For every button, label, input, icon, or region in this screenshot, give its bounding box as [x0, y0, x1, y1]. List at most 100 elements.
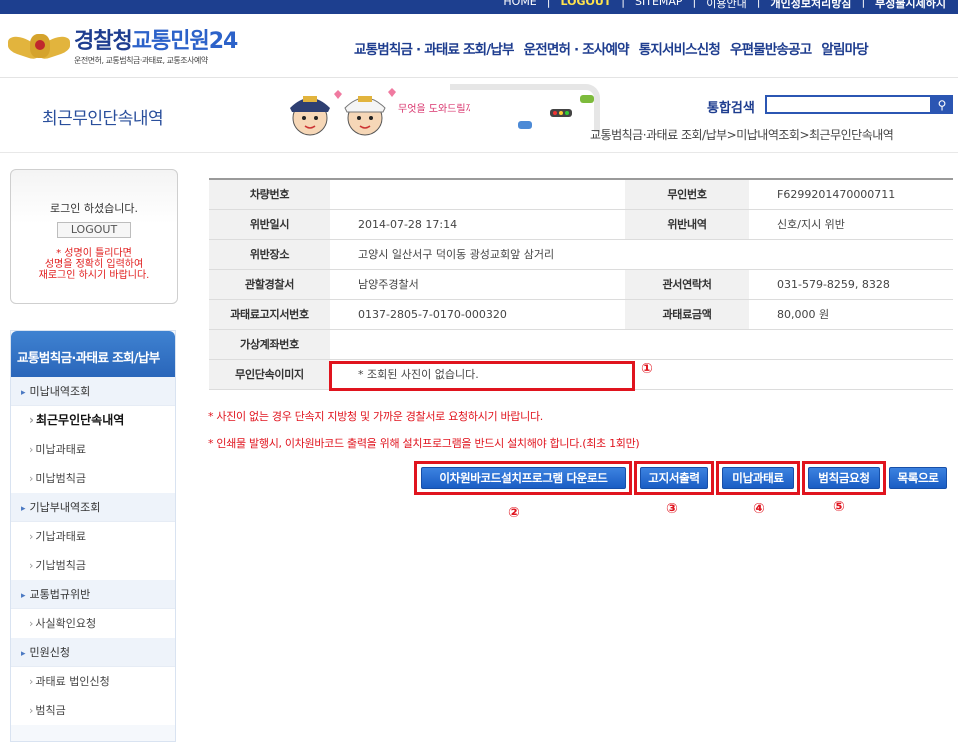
- home-link[interactable]: HOME: [503, 0, 536, 11]
- side-group-petition[interactable]: ▸ 민원신청: [11, 638, 175, 667]
- search-icon: ⚲: [937, 97, 947, 112]
- guide-link[interactable]: 이용안내: [706, 0, 746, 11]
- search-button[interactable]: ⚲: [931, 95, 953, 114]
- side-item-unpaid-penalty[interactable]: › 미납과태료: [11, 435, 175, 464]
- traffic-light-icon: [550, 109, 572, 117]
- side-group-paid[interactable]: ▸ 기납부내역조회: [11, 493, 175, 522]
- table-header-cell: 가상계좌번호: [209, 328, 330, 360]
- nav-fines[interactable]: 교통범칙금 · 과태료 조회/납부: [354, 38, 514, 58]
- table-header-cell: 무인번호: [625, 178, 749, 210]
- marker-3: ③: [666, 501, 678, 517]
- table-row: 위반일시 2014-07-28 17:14 위반내역 신호/지시 위반: [209, 208, 953, 240]
- marker-2: ②: [508, 505, 520, 521]
- top-utility-bar: HOME | LOGOUT | SITEMAP | 이용안내 | 개인정보처리방침 | 부…: [0, 0, 958, 14]
- side-item-corporate[interactable]: › 과태료 법인신청: [11, 667, 175, 696]
- chevron-right-icon: ›: [29, 413, 34, 427]
- fine-request-button[interactable]: 범칙금요청: [808, 467, 880, 489]
- nav-notification[interactable]: 통지서비스신청: [639, 38, 721, 58]
- search-input[interactable]: [765, 95, 932, 114]
- logo-title: 경찰청교통민원24: [74, 28, 238, 54]
- unmanned-number: F6299201470000711: [749, 178, 953, 210]
- login-warning: * 성명이 틀리다면 성명을 정확히 입력하여 재로그인 하시기 바랍니다.: [38, 248, 150, 281]
- side-item-fact-check[interactable]: › 사실확인요청: [11, 609, 175, 638]
- report-link[interactable]: 부정불시제하지: [875, 0, 946, 11]
- side-group-violation[interactable]: ▸ 교통법규위반: [11, 580, 175, 609]
- chevron-right-icon: ›: [29, 443, 34, 456]
- chevron-right-icon: ›: [29, 675, 34, 688]
- table-header-cell: 관할경찰서: [209, 268, 330, 300]
- site-header: 경찰청교통민원24 운전면허, 교통범칙금·과태료, 교통조사예약 교통범칙금 …: [0, 14, 958, 78]
- table-header-cell: 무인단속이미지: [209, 358, 330, 390]
- mascot-illustration-icon: 무엇을 도와드릴까요?: [290, 88, 470, 136]
- main-navigation: 교통범칙금 · 과태료 조회/납부 운전면허 · 조사예약 통지서비스신청 우편…: [354, 38, 869, 58]
- marker-4: ④: [753, 501, 765, 517]
- table-header-cell: 과태료고지서번호: [209, 298, 330, 330]
- violation-place: 고양시 일산서구 덕이동 광성교회앞 삼거리: [330, 238, 953, 270]
- table-header-cell: 위반장소: [209, 238, 330, 270]
- back-to-list-button[interactable]: 목록으로: [889, 467, 947, 489]
- vehicle-number: [330, 178, 625, 210]
- nav-notice[interactable]: 알림마당: [821, 38, 868, 58]
- logout-button[interactable]: LOGOUT: [57, 222, 131, 238]
- station-contact: 031-579-8259, 8328: [749, 268, 953, 300]
- penalty-amount: 80,000 원: [749, 298, 953, 330]
- police-emblem-icon: [8, 28, 70, 68]
- car-icon: [518, 121, 532, 129]
- table-row: 가상계좌번호: [209, 328, 953, 360]
- chevron-right-icon: ›: [29, 530, 34, 543]
- caret-right-icon: ▸: [21, 591, 26, 601]
- chevron-right-icon: ›: [29, 472, 34, 485]
- chevron-right-icon: ›: [29, 559, 34, 572]
- marker-1: ①: [641, 361, 653, 377]
- print-notice-button[interactable]: 고지서출력: [640, 467, 708, 489]
- login-message: 로그인 하셨습니다.: [50, 202, 138, 215]
- nav-license[interactable]: 운전면허 · 조사예약: [524, 38, 630, 58]
- caret-right-icon: ▸: [21, 388, 26, 398]
- police-station: 남양주경찰서: [330, 268, 625, 300]
- notice-photo: * 사진이 없는 경우 단속지 지방청 및 가까운 경찰서로 요청하시기 바랍니…: [208, 410, 543, 423]
- logout-link[interactable]: LOGOUT: [560, 0, 611, 11]
- table-header-cell: 위반내역: [625, 208, 749, 240]
- table-row: 관할경찰서 남양주경찰서 관서연락처 031-579-8259, 8328: [209, 268, 953, 300]
- marker-5: ⑤: [833, 499, 845, 515]
- table-row: 위반장소 고양시 일산서구 덕이동 광성교회앞 삼거리: [209, 238, 953, 270]
- site-logo[interactable]: 경찰청교통민원24 운전면허, 교통범칙금·과태료, 교통조사예약: [8, 28, 238, 68]
- chevron-right-icon: ›: [29, 617, 34, 630]
- violation-type: 신호/지시 위반: [749, 208, 953, 240]
- car-icon: [580, 95, 594, 103]
- table-row: 과태료고지서번호 0137-2805-7-0170-000320 과태료금액 8…: [209, 298, 953, 330]
- side-menu-title: 교통범칙금·과태료 조회/납부: [11, 331, 175, 377]
- sitemap-link[interactable]: SITEMAP: [635, 0, 683, 11]
- utility-links: HOME | LOGOUT | SITEMAP | 이용안내 | 개인정보처리방침 | 부…: [503, 0, 946, 11]
- notice-number: 0137-2805-7-0170-000320: [330, 298, 625, 330]
- side-item-fine[interactable]: › 범칙금: [11, 696, 175, 725]
- barcode-download-button[interactable]: 이차원바코드설치프로그램 다운로드: [421, 467, 626, 489]
- login-status-box: 로그인 하셨습니다. LOGOUT * 성명이 틀리다면 성명을 정확히 입력하…: [10, 169, 178, 304]
- violation-detail-table: 차량번호 무인번호 F6299201470000711 위반일시 2014-07…: [209, 178, 953, 390]
- chevron-right-icon: ›: [29, 704, 34, 717]
- search-label: 통합검색: [707, 101, 755, 116]
- table-header-cell: 차량번호: [209, 178, 330, 210]
- side-group-unpaid[interactable]: ▸ 미납내역조회: [11, 377, 175, 406]
- table-row: 차량번호 무인번호 F6299201470000711: [209, 178, 953, 210]
- side-item-paid-fine[interactable]: › 기납범칙금: [11, 551, 175, 580]
- notice-barcode: * 인쇄물 발행시, 이차원바코드 출력을 위해 설치프로그램을 반드시 설치해…: [208, 437, 640, 450]
- breadcrumb: 교통범칙금·과태료 조회/납부>미납내역조회>최근무인단속내역: [590, 128, 894, 142]
- logo-subtitle: 운전면허, 교통범칙금·과태료, 교통조사예약: [74, 55, 208, 65]
- privacy-link[interactable]: 개인정보처리방침: [770, 0, 851, 11]
- table-header-cell: 관서연락처: [625, 268, 749, 300]
- page-title: 최근무인단속내역: [42, 109, 164, 129]
- nav-returned-mail[interactable]: 우편물반송공고: [730, 38, 812, 58]
- caret-right-icon: ▸: [21, 504, 26, 514]
- side-item-unpaid-fine[interactable]: › 미납범칙금: [11, 464, 175, 493]
- side-item-paid-penalty[interactable]: › 기납과태료: [11, 522, 175, 551]
- highlight-box-1: [329, 361, 635, 391]
- side-menu: 교통범칙금·과태료 조회/납부 ▸ 미납내역조회 › 최근무인단속내역 › 미납과태료…: [10, 330, 176, 742]
- unpaid-penalty-button[interactable]: 미납과태료: [722, 467, 794, 489]
- table-header-cell: 과태료금액: [625, 298, 749, 330]
- violation-date: 2014-07-28 17:14: [330, 208, 625, 240]
- table-header-cell: 위반일시: [209, 208, 330, 240]
- side-item-recent-unmanned[interactable]: › 최근무인단속내역: [11, 406, 175, 435]
- virtual-account: [330, 328, 953, 360]
- caret-right-icon: ▸: [21, 649, 26, 659]
